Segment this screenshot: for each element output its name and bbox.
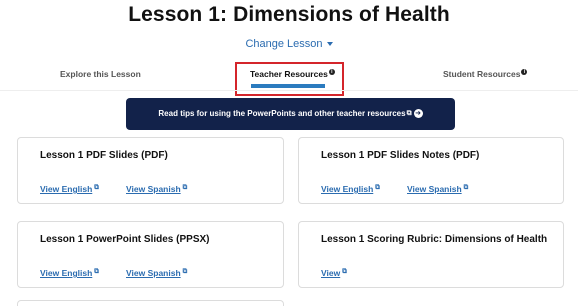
link-label: View Spanish: [126, 184, 181, 194]
link-label: View English: [321, 184, 374, 194]
link-label: View English: [40, 268, 93, 278]
card-title: Lesson 1 PowerPoint Slides (PPSX): [40, 234, 210, 245]
card-title: Lesson 1 PDF Slides Notes (PDF): [321, 150, 480, 161]
tab-student-resources[interactable]: Student Resources i: [443, 69, 528, 79]
external-link-icon: ⧉: [406, 110, 412, 117]
external-link-icon: ⧉: [342, 268, 347, 275]
chevron-down-icon: [326, 42, 333, 47]
external-link-icon: ⧉: [375, 184, 380, 191]
change-lesson-label: Change Lesson: [245, 38, 323, 50]
link-label: View: [321, 268, 341, 278]
link-label: View Spanish: [126, 268, 181, 278]
view-spanish-link[interactable]: View Spanish ⧉: [126, 268, 187, 278]
tab-explore-lesson[interactable]: Explore this Lesson: [60, 69, 141, 79]
external-link-icon: ⧉: [94, 268, 99, 275]
tab-label: Student Resources: [443, 69, 521, 79]
card-title: Lesson 1 Scoring Rubric: Dimensions of H…: [321, 234, 548, 245]
card-title: Lesson 1 PDF Slides (PDF): [40, 150, 168, 161]
view-english-link[interactable]: View English ⧉: [40, 184, 99, 194]
external-link-icon: ⧉: [182, 268, 188, 275]
tab-label: Explore this Lesson: [60, 69, 141, 79]
external-link-icon: ⧉: [94, 184, 99, 191]
resource-card: Lesson 1 Scoring Rubric: Dimensions of H…: [298, 221, 564, 288]
arrow-circle-right-icon: ➜: [413, 109, 423, 119]
info-icon[interactable]: i: [521, 69, 528, 75]
view-link[interactable]: View ⧉: [321, 268, 347, 278]
view-spanish-link[interactable]: View Spanish ⧉: [126, 184, 187, 194]
resource-card: Lesson 1 PowerPoint Slides (PPSX) View E…: [17, 221, 284, 288]
view-spanish-link[interactable]: View Spanish ⧉: [407, 184, 468, 194]
tips-banner-button[interactable]: Read tips for using the PowerPoints and …: [126, 98, 455, 130]
tips-banner-label: Read tips for using the PowerPoints and …: [158, 109, 406, 118]
page-title: Lesson 1: Dimensions of Health: [128, 3, 450, 26]
resource-card: Lesson 1 PDF Slides (PDF) View English ⧉ …: [17, 137, 284, 204]
change-lesson-dropdown[interactable]: Change Lesson: [0, 38, 578, 50]
resource-card-partial: [17, 300, 284, 306]
view-english-link[interactable]: View English ⧉: [40, 268, 99, 278]
external-link-icon: ⧉: [182, 184, 188, 191]
link-label: View Spanish: [407, 184, 462, 194]
link-label: View English: [40, 184, 93, 194]
tab-divider: [0, 90, 578, 91]
external-link-icon: ⧉: [463, 184, 469, 191]
view-english-link[interactable]: View English ⧉: [321, 184, 380, 194]
resource-card: Lesson 1 PDF Slides Notes (PDF) View Eng…: [298, 137, 564, 204]
